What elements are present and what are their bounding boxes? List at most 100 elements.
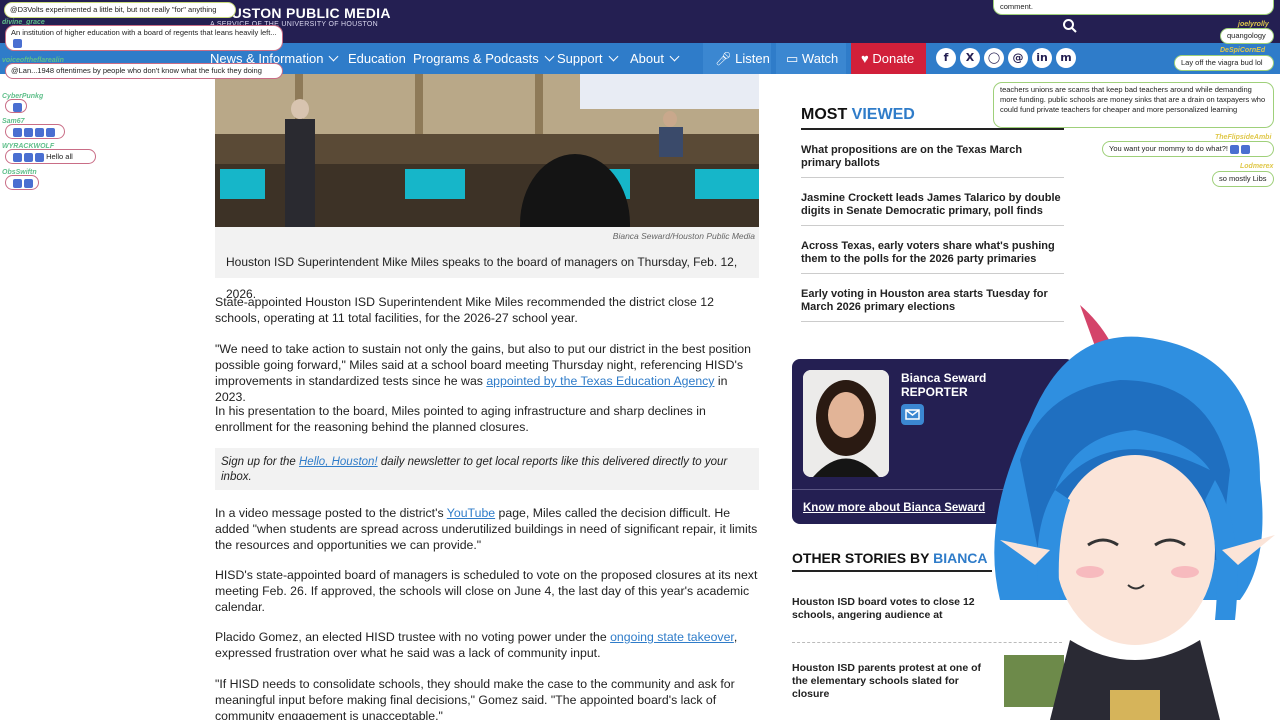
chevron-down-icon bbox=[544, 51, 555, 62]
chat-message bbox=[5, 175, 39, 190]
most-viewed-item[interactable]: Across Texas, early voters share what's … bbox=[801, 240, 1064, 274]
mastodon-icon[interactable]: m bbox=[1056, 48, 1076, 68]
chat-message: @Lan...1948 oftentimes by people who don… bbox=[5, 63, 283, 79]
chat-username: TheFlipsideAmbi bbox=[1215, 134, 1272, 141]
most-viewed-item[interactable]: Jasmine Crockett leads James Talarico by… bbox=[801, 192, 1064, 226]
chat-text: Hello all bbox=[46, 152, 73, 161]
emote-icon bbox=[24, 178, 33, 188]
search-icon[interactable] bbox=[1062, 18, 1078, 34]
chevron-down-icon bbox=[328, 51, 339, 62]
article-paragraph: "We need to take action to sustain not o… bbox=[215, 341, 760, 405]
chevron-down-icon bbox=[608, 51, 618, 62]
nav-label: Support bbox=[557, 51, 603, 66]
chat-message: Hello all bbox=[5, 149, 96, 164]
chat-text: teachers unions are scams that keep bad … bbox=[1000, 85, 1266, 114]
article-paragraph: In his presentation to the board, Miles … bbox=[215, 404, 706, 434]
instagram-icon[interactable]: ◯ bbox=[984, 48, 1004, 68]
heading-accent: VIEWED bbox=[851, 106, 915, 123]
watch-button[interactable]: ▭ Watch bbox=[776, 43, 846, 74]
emote-icon bbox=[24, 152, 33, 162]
article-link[interactable]: ongoing state takeover bbox=[610, 630, 734, 644]
vtuber-avatar bbox=[994, 305, 1275, 720]
divider bbox=[801, 128, 1064, 130]
emote-icon bbox=[13, 102, 22, 112]
author-profile-link[interactable]: Know more about Bianca Seward bbox=[803, 502, 985, 514]
facebook-icon[interactable]: f bbox=[936, 48, 956, 68]
chat-message: quangology bbox=[1220, 28, 1274, 44]
emote-icon bbox=[35, 152, 44, 162]
author-role: REPORTER bbox=[901, 385, 968, 399]
article-paragraph: In a video message posted to the distric… bbox=[215, 505, 760, 553]
article-link[interactable]: appointed by the Texas Education Agency bbox=[486, 374, 714, 388]
chat-message: Lay off the viagra bud lol bbox=[1174, 55, 1274, 71]
emote-icon bbox=[24, 127, 33, 137]
nav-about[interactable]: About bbox=[630, 43, 680, 74]
photo-caption: Houston ISD Superintendent Mike Miles sp… bbox=[215, 246, 759, 301]
listen-label: Listen bbox=[735, 51, 770, 66]
watch-label: Watch bbox=[801, 51, 839, 66]
listen-button[interactable]: 🎤︎ Listen bbox=[703, 43, 771, 74]
chat-text: You want your mommy to do what?! bbox=[1109, 144, 1228, 153]
emote-icon bbox=[46, 127, 55, 137]
nav-label: Programs & Podcasts bbox=[413, 51, 539, 66]
nav-programs-podcasts[interactable]: Programs & Podcasts bbox=[413, 43, 555, 74]
heart-icon: ♥ bbox=[861, 51, 869, 66]
nav-label: About bbox=[630, 51, 664, 66]
chat-text: quangology bbox=[1227, 31, 1266, 40]
most-viewed-heading: MOST VIEWED bbox=[801, 106, 915, 124]
chat-message bbox=[5, 99, 27, 113]
chat-text: comment. bbox=[1000, 2, 1033, 11]
article-paragraph: HISD's state-appointed board of managers… bbox=[215, 568, 758, 614]
chat-text: Lay off the viagra bud lol bbox=[1181, 58, 1263, 67]
chat-message: @D3Volts experimented a little bit, but … bbox=[4, 2, 236, 18]
most-viewed-item[interactable]: What propositions are on the Texas March… bbox=[801, 144, 1064, 178]
donate-label: Donate bbox=[872, 51, 915, 66]
emote-icon bbox=[13, 127, 22, 137]
emote-icon bbox=[35, 127, 44, 137]
paragraph-text: Placido Gomez, an elected HISD trustee w… bbox=[215, 630, 611, 644]
emote-icon bbox=[13, 152, 22, 162]
chat-text: so mostly Libs bbox=[1219, 174, 1267, 183]
donate-button[interactable]: ♥ Donate bbox=[851, 43, 926, 74]
article-paragraph: "If HISD needs to consolidate schools, t… bbox=[215, 677, 735, 720]
chat-message: An institution of higher education with … bbox=[5, 25, 283, 51]
article-paragraph: State-appointed Houston ISD Superintende… bbox=[215, 295, 714, 325]
emote-icon bbox=[1240, 144, 1250, 154]
nav-support[interactable]: Support bbox=[557, 43, 618, 74]
nav-education[interactable]: Education bbox=[348, 43, 406, 74]
tv-icon: ▭ bbox=[786, 51, 799, 66]
newsletter-signup-note: Sign up for the Hello, Houston! daily ne… bbox=[215, 448, 759, 490]
nav-label: Education bbox=[348, 51, 406, 66]
chat-text: An institution of higher education with … bbox=[11, 28, 277, 37]
email-icon[interactable] bbox=[901, 404, 924, 425]
linkedin-icon[interactable]: in bbox=[1032, 48, 1052, 68]
author-photo bbox=[803, 370, 889, 477]
chat-username: Lodmerex bbox=[1240, 163, 1274, 170]
site-logo[interactable]: HOUSTON PUBLIC MEDIA bbox=[210, 5, 391, 21]
chat-username: DeSpiCornEd bbox=[1220, 47, 1266, 54]
chat-text: @Lan...1948 oftentimes by people who don… bbox=[11, 66, 262, 75]
threads-icon[interactable]: @ bbox=[1008, 48, 1028, 68]
heading-text: OTHER STORIES BY bbox=[792, 550, 934, 566]
chevron-down-icon bbox=[669, 51, 680, 62]
chat-message: comment. bbox=[993, 0, 1274, 15]
other-stories-heading: OTHER STORIES BY BIANCA bbox=[792, 550, 988, 566]
emote-icon bbox=[1229, 144, 1239, 154]
photo-credit: Bianca Seward/Houston Public Media bbox=[215, 227, 759, 246]
chat-message bbox=[5, 124, 65, 139]
microphone-icon: 🎤︎ bbox=[715, 51, 732, 66]
heading-text: MOST bbox=[801, 106, 852, 123]
emote-icon bbox=[13, 178, 22, 188]
newsletter-link[interactable]: Hello, Houston! bbox=[299, 456, 378, 468]
x-icon[interactable]: X bbox=[960, 48, 980, 68]
chat-username: joelyrolly bbox=[1238, 21, 1269, 28]
article-paragraph: Placido Gomez, an elected HISD trustee w… bbox=[215, 629, 760, 661]
paragraph-text: In a video message posted to the distric… bbox=[215, 506, 447, 520]
youtube-link[interactable]: YouTube bbox=[447, 506, 495, 520]
chat-message: so mostly Libs bbox=[1212, 171, 1274, 187]
article-hero-photo bbox=[215, 74, 759, 227]
emote-icon bbox=[13, 38, 22, 48]
chat-message: teachers unions are scams that keep bad … bbox=[993, 82, 1274, 128]
chat-message: You want your mommy to do what?! bbox=[1102, 141, 1274, 157]
signup-text: Sign up for the bbox=[221, 456, 299, 468]
